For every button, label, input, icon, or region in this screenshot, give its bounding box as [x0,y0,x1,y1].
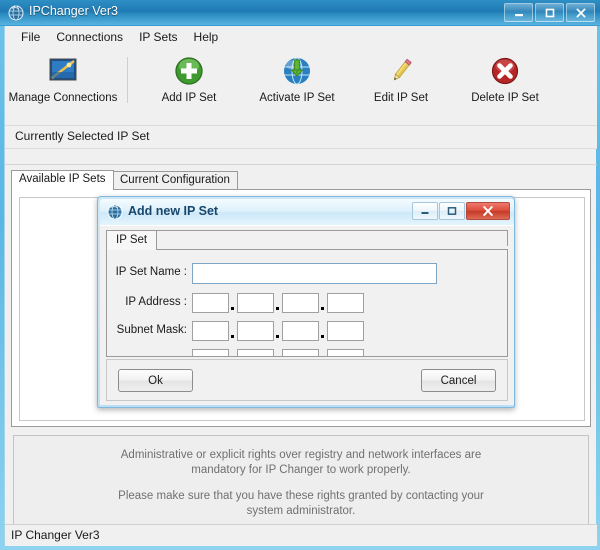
field-row-ip-address: IP Address : [107,293,507,315]
minimize-button[interactable] [504,3,533,22]
info-panel: Administrative or explicit rights over r… [13,435,589,543]
application-window: IPChanger Ver3 File Connections IP Sets … [0,0,600,550]
subnet-mask-octet-1[interactable] [192,321,229,341]
toolbar-button-activate-ip-set[interactable]: Activate IP Set [241,51,353,121]
ip-address-octet-3[interactable] [282,293,319,313]
ip-address-octet-4[interactable] [327,293,364,313]
dialog-body: IP Set IP Set Name : IP Address : Subnet… [100,225,514,405]
dialog-tab-panel-ip-set: IP Set Name : IP Address : Subnet Mask: [106,249,508,357]
ip-address-octet-1[interactable] [192,293,229,313]
toolbar-label-manage-connections: Manage Connections [8,92,118,104]
toolbar-separator [127,57,128,103]
toolbar-button-delete-ip-set[interactable]: Delete IP Set [449,51,561,121]
info-line: mandatory for IP Changer to work properl… [191,464,411,476]
label-ip-address: IP Address : [125,296,187,308]
globe-download-icon [284,57,310,85]
ok-button[interactable]: Ok [118,369,193,392]
currently-selected-ip-set-strip: Currently Selected IP Set [5,126,597,148]
status-bar: IP Changer Ver3 [5,524,597,546]
menu-item-connections[interactable]: Connections [48,28,131,46]
gateway-octet-4[interactable] [327,349,364,356]
menu-item-help[interactable]: Help [186,28,227,46]
close-button[interactable] [566,3,595,22]
pencil-icon [393,58,412,81]
subnet-mask-octets [192,321,364,341]
status-bar-text: IP Changer Ver3 [11,528,100,542]
dialog-tab-strip: IP Set [106,230,508,250]
octet-dot-separator [274,349,282,356]
toolbar-label-edit-ip-set: Edit IP Set [373,92,429,104]
label-subnet-mask: Subnet Mask: [116,324,187,336]
ip-set-name-input[interactable] [192,263,437,284]
gateway-octets [192,349,364,356]
divider [5,148,597,149]
window-titlebar[interactable]: IPChanger Ver3 [0,0,600,26]
gateway-octet-3[interactable] [282,349,319,356]
tab-available-ip-sets[interactable]: Available IP Sets [11,170,114,190]
dialog-titlebar[interactable]: Add new IP Set [100,199,514,225]
field-row-ip-set-name: IP Set Name : [107,263,507,285]
dialog-maximize-button[interactable] [439,202,465,220]
toolbar-button-manage-connections[interactable]: Manage Connections [7,51,119,121]
add-new-ip-set-dialog: Add new IP Set IP Set IP Set Name: IP A… [97,196,515,408]
gateway-octet-2[interactable] [237,349,274,356]
globe-icon [8,5,24,21]
dialog-window-controls [412,202,510,220]
dialog-close-button[interactable] [466,202,510,220]
maximize-button[interactable] [535,3,564,22]
green-plus-icon [175,57,203,85]
gateway-octet-1[interactable] [192,349,229,356]
window-title: IPChanger Ver3 [29,4,118,18]
octet-dot-separator [229,321,237,341]
monitor-connections-icon [49,58,77,81]
octet-dot-separator [319,293,327,313]
subnet-mask-octet-4[interactable] [327,321,364,341]
info-line: system administrator. [246,505,356,517]
currently-selected-ip-set-label: Currently Selected IP Set [15,129,150,143]
octet-dot-separator [274,321,282,341]
dialog-button-bar: Ok Cancel [106,359,508,401]
subnet-mask-octet-2[interactable] [237,321,274,341]
menu-bar: File Connections IP Sets Help [5,26,597,47]
subnet-mask-octet-3[interactable] [282,321,319,341]
dialog-title: Add new IP Set [128,204,219,218]
toolbar: Manage Connections Add IP Set Activate I… [5,47,597,126]
octet-dot-separator [229,349,237,356]
client-area: File Connections IP Sets Help Manage Con… [4,26,597,546]
toolbar-label-add-ip-set: Add IP Set [161,92,217,104]
toolbar-button-edit-ip-set[interactable]: Edit IP Set [345,51,457,121]
toolbar-label-activate-ip-set: Activate IP Set [259,92,335,104]
toolbar-button-add-ip-set[interactable]: Add IP Set [133,51,245,121]
cancel-button[interactable]: Cancel [421,369,496,392]
globe-icon [107,204,123,220]
red-x-icon [491,57,519,85]
octet-dot-separator [319,349,327,356]
tab-strip: Available IP Sets Current Configuration [11,170,591,190]
info-line: Please make sure that you have these rig… [118,490,484,502]
menu-item-ip-sets[interactable]: IP Sets [131,28,185,46]
dialog-minimize-button[interactable] [412,202,438,220]
octet-dot-separator [229,293,237,313]
window-controls [504,3,595,22]
dialog-tab-ip-set[interactable]: IP Set [106,230,158,250]
divider [5,164,597,165]
menu-item-file[interactable]: File [13,28,48,46]
field-row-gateway-clipped [107,349,507,356]
toolbar-label-delete-ip-set: Delete IP Set [471,92,539,104]
octet-dot-separator [319,321,327,341]
ip-address-octets [192,293,364,313]
octet-dot-separator [274,293,282,313]
info-line: Administrative or explicit rights over r… [120,449,482,461]
label-ip-set-name: IP Set Name : [115,266,187,278]
field-row-subnet-mask: Subnet Mask: [107,321,507,343]
ip-address-octet-2[interactable] [237,293,274,313]
tab-current-configuration[interactable]: Current Configuration [112,171,238,190]
